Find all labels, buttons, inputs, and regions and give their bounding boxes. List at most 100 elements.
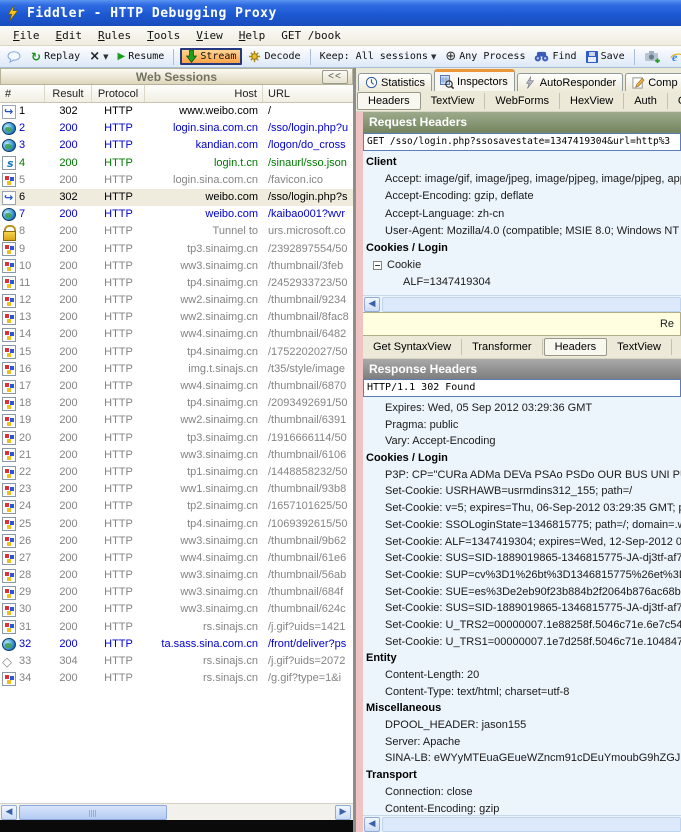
- table-row[interactable]: 8200HTTPTunnel tours.microsoft.co: [0, 223, 353, 240]
- camera-icon: [644, 50, 661, 64]
- table-row[interactable]: 1302HTTPwww.weibo.com/: [0, 103, 353, 120]
- table-row[interactable]: 14200HTTPww4.sinaimg.cn/thumbnail/6482: [0, 326, 353, 343]
- column-header-protocol[interactable]: Protocol: [92, 85, 145, 102]
- tab-composer[interactable]: Comp: [625, 73, 681, 91]
- table-row[interactable]: 26200HTTPww3.sinaimg.cn/thumbnail/9b62: [0, 533, 353, 550]
- stream-button[interactable]: Stream: [180, 48, 242, 65]
- table-row[interactable]: 28200HTTPww3.sinaimg.cn/thumbnail/56ab: [0, 567, 353, 584]
- tab-clipped[interactable]: C: [668, 93, 681, 109]
- session-protocol-cell: HTTP: [92, 567, 145, 584]
- save-button[interactable]: Save: [583, 50, 628, 64]
- keep-sessions-dropdown[interactable]: Keep: All sessions ▼: [317, 50, 440, 63]
- table-row[interactable]: 6302HTTPweibo.com/sso/login.php?s: [0, 189, 353, 206]
- table-row[interactable]: 2200HTTPlogin.sina.com.cn/sso/login.php?…: [0, 120, 353, 137]
- table-row[interactable]: 15200HTTPtp4.sinaimg.cn/1752202027/50: [0, 344, 353, 361]
- table-row[interactable]: 34200HTTPrs.sinajs.cn/g.gif?type=1&i: [0, 670, 353, 687]
- table-row[interactable]: 12200HTTPww2.sinaimg.cn/thumbnail/9234: [0, 292, 353, 309]
- collapse-expander-icon[interactable]: [373, 261, 382, 270]
- table-row[interactable]: 4200HTTPlogin.t.cn/sinaurl/sso.json: [0, 155, 353, 172]
- decode-button[interactable]: Decode: [245, 49, 303, 64]
- header-section-title: Entity: [363, 650, 681, 667]
- table-row[interactable]: 19200HTTPww2.sinaimg.cn/thumbnail/6391: [0, 412, 353, 429]
- delete-button[interactable]: × ▼: [86, 51, 111, 63]
- scroll-left-arrow[interactable]: ◀: [364, 297, 380, 312]
- screenshot-button[interactable]: [641, 49, 664, 65]
- menu-file[interactable]: File: [6, 27, 47, 44]
- table-row[interactable]: 5200HTTPlogin.sina.com.cn/favicon.ico: [0, 172, 353, 189]
- tab-imageview[interactable]: Im: [672, 339, 681, 355]
- any-process-button[interactable]: ⊕ Any Process: [442, 48, 528, 65]
- table-row[interactable]: 16200HTTPimg.t.sinajs.cn/t35/style/image: [0, 361, 353, 378]
- encoding-notice-bar[interactable]: Re: [363, 312, 681, 336]
- table-row[interactable]: 9200HTTPtp3.sinaimg.cn/2392897554/50: [0, 241, 353, 258]
- menu-get-book[interactable]: GET /book: [274, 27, 348, 44]
- scroll-right-arrow[interactable]: ▶: [335, 805, 351, 820]
- table-row[interactable]: 13200HTTPww2.sinaimg.cn/thumbnail/8fac8: [0, 309, 353, 326]
- session-id-cell: 11: [0, 275, 45, 292]
- table-row[interactable]: 11200HTTPtp4.sinaimg.cn/2452933723/50: [0, 275, 353, 292]
- table-row[interactable]: 30200HTTPww3.sinaimg.cn/thumbnail/624c: [0, 601, 353, 618]
- table-row[interactable]: 10200HTTPww3.sinaimg.cn/thumbnail/3feb: [0, 258, 353, 275]
- internet-explorer-icon: e: [670, 50, 681, 64]
- menu-tools[interactable]: Tools: [140, 27, 187, 44]
- column-header-number[interactable]: #: [0, 85, 45, 102]
- tab-hexview[interactable]: HexView: [560, 93, 624, 109]
- menu-view[interactable]: View: [189, 27, 230, 44]
- scroll-track[interactable]: [382, 297, 681, 312]
- table-row[interactable]: 23200HTTPww1.sinaimg.cn/thumbnail/93b8: [0, 481, 353, 498]
- table-row[interactable]: 7200HTTPweibo.com/kaibao001?wvr: [0, 206, 353, 223]
- tab-textview[interactable]: TextView: [421, 93, 486, 109]
- scroll-left-arrow[interactable]: ◀: [364, 817, 380, 832]
- comment-button[interactable]: [4, 50, 25, 64]
- keep-dropdown-arrow-icon: ▼: [431, 53, 436, 61]
- tab-label: Comp: [648, 77, 677, 89]
- column-header-result[interactable]: Result: [45, 85, 92, 102]
- table-row[interactable]: 31200HTTPrs.sinajs.cn/j.gif?uids=1421: [0, 619, 353, 636]
- scroll-left-arrow[interactable]: ◀: [1, 805, 17, 820]
- table-row[interactable]: 18200HTTPtp4.sinaimg.cn/2093492691/50: [0, 395, 353, 412]
- column-header-url[interactable]: URL: [263, 85, 353, 102]
- resume-button[interactable]: ▶ Resume: [114, 50, 167, 63]
- session-number: 28: [19, 567, 31, 584]
- table-row[interactable]: 27200HTTPww4.sinaimg.cn/thumbnail/61e6: [0, 550, 353, 567]
- session-id-cell: 29: [0, 584, 45, 601]
- tab-label: AutoResponder: [540, 77, 616, 89]
- replay-button[interactable]: ↻ Replay: [28, 49, 83, 65]
- tab-statistics[interactable]: Statistics: [358, 73, 432, 91]
- table-row[interactable]: 17200HTTPww4.sinaimg.cn/thumbnail/6870: [0, 378, 353, 395]
- image-icon: [2, 431, 16, 445]
- session-protocol-cell: HTTP: [92, 601, 145, 618]
- table-row[interactable]: 33304HTTPrs.sinajs.cn/j.gif?uids=2072: [0, 653, 353, 670]
- tab-headers[interactable]: Headers: [357, 92, 421, 110]
- tab-inspectors[interactable]: Inspectors: [434, 69, 515, 91]
- session-host-cell: ww2.sinaimg.cn: [145, 412, 263, 429]
- table-row[interactable]: 20200HTTPtp3.sinaimg.cn/1916666114/50: [0, 430, 353, 447]
- table-row[interactable]: 21200HTTPww3.sinaimg.cn/thumbnail/6106: [0, 447, 353, 464]
- tab-autoresponder[interactable]: AutoResponder: [517, 73, 623, 91]
- table-row[interactable]: 32200HTTPta.sass.sina.com.cn/front/deliv…: [0, 636, 353, 653]
- table-row[interactable]: 29200HTTPww3.sinaimg.cn/thumbnail/684f: [0, 584, 353, 601]
- session-protocol-cell: HTTP: [92, 395, 145, 412]
- table-row[interactable]: 25200HTTPtp4.sinaimg.cn/1069392615/50: [0, 516, 353, 533]
- menu-edit[interactable]: Edit: [49, 27, 90, 44]
- session-number: 16: [19, 361, 31, 378]
- table-row[interactable]: 3200HTTPkandian.com/logon/do_cross: [0, 137, 353, 154]
- session-number: 26: [19, 533, 31, 550]
- tab-transformer[interactable]: Transformer: [462, 339, 543, 355]
- find-button[interactable]: Find: [531, 50, 579, 63]
- tab-response-textview[interactable]: TextView: [607, 339, 672, 355]
- menu-rules[interactable]: Rules: [91, 27, 138, 44]
- column-header-host[interactable]: Host: [145, 85, 263, 102]
- table-row[interactable]: 22200HTTPtp1.sinaimg.cn/1448858232/50: [0, 464, 353, 481]
- tab-webforms[interactable]: WebForms: [485, 93, 560, 109]
- browse-button[interactable]: e Br: [667, 49, 681, 65]
- collapse-panel-button[interactable]: <<: [322, 70, 348, 84]
- scroll-track[interactable]: [382, 817, 681, 832]
- menu-help[interactable]: Help: [232, 27, 273, 44]
- tab-auth[interactable]: Auth: [624, 93, 668, 109]
- scroll-thumb[interactable]: [19, 805, 167, 820]
- tab-get-syntaxview[interactable]: Get SyntaxView: [363, 339, 462, 355]
- table-row[interactable]: 24200HTTPtp2.sinaimg.cn/1657101625/50: [0, 498, 353, 515]
- tab-response-headers[interactable]: Headers: [544, 338, 608, 356]
- header-line: Set-Cookie: U_TRS2=00000007.1e88258f.504…: [363, 617, 681, 634]
